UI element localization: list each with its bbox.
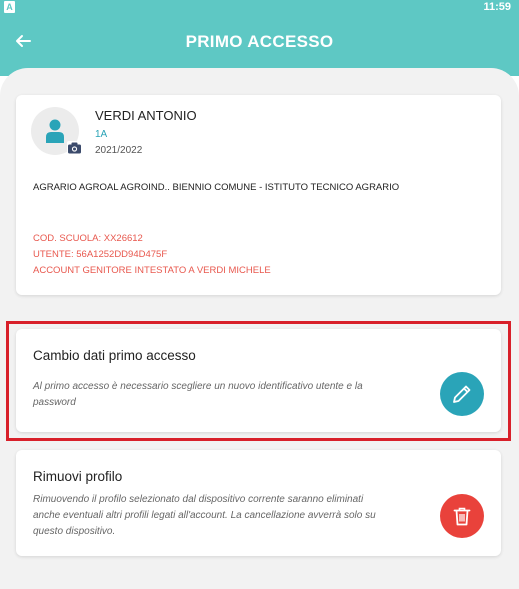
change-card-description: Al primo accesso è necessario scegliere … bbox=[33, 381, 363, 408]
remove-card-description: Rimuovendo il profilo selezionato dal di… bbox=[33, 494, 376, 537]
trash-icon bbox=[453, 507, 471, 526]
delete-button[interactable] bbox=[440, 494, 484, 538]
school-code: COD. SCUOLA: XX26612 bbox=[33, 233, 143, 244]
page-title: PRIMO ACCESSO bbox=[185, 32, 334, 51]
status-bar: A 11:59 bbox=[0, 0, 519, 16]
remove-profile-card[interactable]: Rimuovi profilo Rimuovendo il profilo se… bbox=[16, 450, 501, 556]
student-class: 1A bbox=[95, 129, 108, 140]
pencil-icon bbox=[453, 385, 471, 403]
avatar[interactable] bbox=[31, 107, 82, 155]
remove-card-title: Rimuovi profilo bbox=[33, 469, 123, 484]
main-content: VERDI ANTONIO 1A 2021/2022 AGRARIO AGROA… bbox=[0, 68, 519, 589]
notification-a-icon: A bbox=[4, 1, 15, 13]
change-first-access-card[interactable]: Cambio dati primo accesso Al primo acces… bbox=[16, 329, 501, 432]
profile-card: VERDI ANTONIO 1A 2021/2022 AGRARIO AGROA… bbox=[16, 95, 501, 295]
status-time: 11:59 bbox=[483, 1, 511, 13]
school-description: AGRARIO AGROAL AGROIND.. BIENNIO COMUNE … bbox=[33, 182, 400, 193]
app-bar: PRIMO ACCESSO bbox=[0, 16, 519, 76]
person-icon bbox=[46, 119, 64, 143]
camera-icon[interactable] bbox=[67, 141, 82, 155]
student-name: VERDI ANTONIO bbox=[95, 108, 197, 123]
change-card-title: Cambio dati primo accesso bbox=[33, 348, 196, 363]
user-code: UTENTE: 56A1252DD94D475F bbox=[33, 249, 168, 260]
account-owner: ACCOUNT GENITORE INTESTATO A VERDI MICHE… bbox=[33, 265, 271, 276]
edit-button[interactable] bbox=[440, 372, 484, 416]
school-year: 2021/2022 bbox=[95, 145, 143, 156]
